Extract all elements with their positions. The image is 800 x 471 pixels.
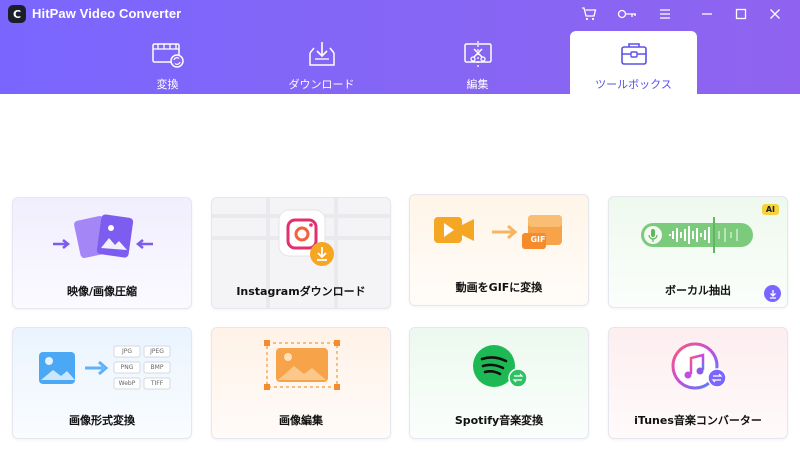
- tab-download[interactable]: ダウンロード: [258, 31, 385, 94]
- tool-card-image-edit[interactable]: 画像編集: [211, 327, 391, 439]
- tool-card-compress[interactable]: 映像/画像圧縮: [12, 197, 192, 309]
- tab-label: ツールボックス: [595, 78, 672, 91]
- format-chip: PNG: [120, 364, 134, 371]
- cart-icon[interactable]: [578, 4, 600, 24]
- tool-card-image-format[interactable]: JPG JPEG PNG BMP WebP TIFF 画像形式変換: [12, 327, 192, 439]
- format-chip: BMP: [150, 364, 164, 371]
- minimize-icon[interactable]: [696, 4, 718, 24]
- tool-label: 画像編集: [279, 414, 323, 427]
- tool-card-video-gif[interactable]: GIF 動画をGIFに変換: [409, 194, 589, 306]
- tool-label: ボーカル抽出: [665, 284, 731, 297]
- format-chip: JPG: [121, 348, 133, 355]
- tab-toolbox[interactable]: ツールボックス: [570, 31, 697, 94]
- tool-label: iTunes音楽コンバーター: [634, 414, 762, 427]
- edit-cut-icon: [463, 41, 492, 67]
- download-tray-icon: [308, 42, 335, 66]
- title-bar: C HitPaw Video Converter: [0, 0, 800, 28]
- menu-icon[interactable]: [654, 4, 676, 24]
- toolbox-icon: [620, 43, 647, 65]
- tool-card-spotify[interactable]: Spotify音楽変換: [409, 327, 589, 439]
- film-convert-icon: [151, 43, 184, 68]
- format-chip: JPEG: [150, 348, 164, 355]
- tab-label: 編集: [466, 78, 489, 91]
- tab-edit[interactable]: 編集: [414, 31, 541, 94]
- gif-label: GIF: [530, 235, 546, 244]
- close-icon[interactable]: [764, 4, 786, 24]
- download-badge-icon[interactable]: [764, 285, 781, 302]
- logo-letter: C: [12, 7, 22, 21]
- tool-card-vocal[interactable]: AI ボーカル抽出: [608, 196, 788, 308]
- tool-label: Spotify音楽変換: [454, 414, 544, 427]
- tool-label: Instagramダウンロード: [236, 285, 366, 298]
- app-header: C HitPaw Video Converter 変換 ダウンロード 編集 ツー…: [0, 0, 800, 94]
- maximize-icon[interactable]: [730, 4, 752, 24]
- format-chip: WebP: [118, 380, 136, 387]
- ai-badge: AI: [761, 204, 779, 215]
- tool-card-itunes[interactable]: iTunes音楽コンバーター: [608, 327, 788, 439]
- tool-card-instagram[interactable]: Instagramダウンロード: [211, 197, 391, 309]
- tab-convert[interactable]: 変換: [104, 31, 231, 94]
- app-logo: C: [8, 5, 26, 23]
- tool-label: 動画をGIFに変換: [455, 281, 543, 294]
- key-icon[interactable]: [616, 4, 638, 24]
- tool-label: 映像/画像圧縮: [66, 285, 138, 298]
- format-chip: TIFF: [150, 380, 164, 387]
- tab-label: 変換: [156, 78, 179, 91]
- tab-label: ダウンロード: [288, 78, 355, 91]
- app-title: HitPaw Video Converter: [32, 6, 182, 21]
- tool-label: 画像形式変換: [69, 414, 135, 427]
